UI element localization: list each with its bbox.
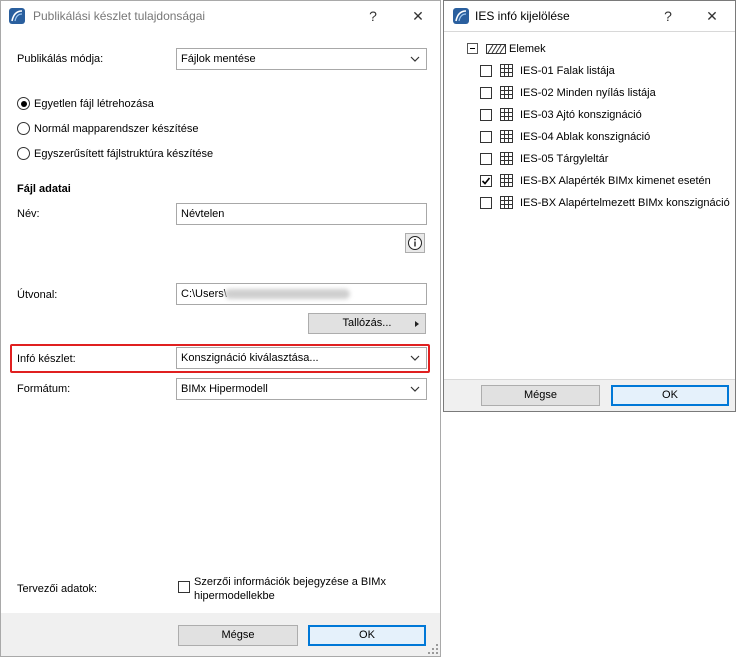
left-dialog-titlebar[interactable]: Publikálási készlet tulajdonságai ? ✕ — [1, 1, 440, 31]
right-dialog-titlebar[interactable]: IES infó kijelölése ? ✕ — [444, 1, 735, 31]
info-set-dropdown[interactable]: Konszignáció kiválasztása... — [176, 347, 427, 369]
arrow-right-icon — [415, 321, 419, 327]
ies-item-label: IES-BX Alapértelmezett BIMx konszignáció — [520, 197, 730, 209]
hatch-pattern-icon — [486, 44, 506, 54]
table-grid-icon — [500, 130, 513, 143]
radio-simplified-structure-label[interactable]: Egyszerűsített fájlstruktúra készítése — [34, 147, 213, 161]
radio-normal-folder[interactable] — [17, 122, 30, 135]
format-value: BIMx Hipermodell — [181, 383, 268, 395]
right-dialog-title: IES infó kijelölése — [475, 9, 570, 23]
designer-checkbox[interactable] — [178, 581, 190, 593]
chevron-down-icon — [410, 56, 420, 62]
tree-root-label: Elemek — [509, 43, 546, 55]
left-dialog-title: Publikálási készlet tulajdonságai — [33, 9, 206, 23]
ies-item-checkbox[interactable] — [480, 153, 492, 165]
ies-item-checkbox[interactable] — [480, 87, 492, 99]
radio-normal-folder-label[interactable]: Normál mapparendszer készítése — [34, 122, 198, 136]
ies-item-label: IES-BX Alapérték BIMx kimenet esetén — [520, 175, 711, 187]
checkmark-icon — [481, 177, 491, 185]
ies-item-label: IES-04 Ablak konszignáció — [520, 131, 651, 143]
close-icon[interactable]: ✕ — [697, 1, 727, 31]
format-dropdown[interactable]: BIMx Hipermodell — [176, 378, 427, 400]
ies-item-label: IES-02 Minden nyílás listája — [520, 87, 656, 99]
chevron-down-icon — [410, 386, 420, 392]
format-label: Formátum: — [17, 383, 71, 395]
designer-checkbox-label-line2[interactable]: hipermodellekbe — [194, 589, 275, 603]
table-grid-icon — [500, 64, 513, 77]
ies-list-item[interactable]: IES-BX Alapértelmezett BIMx konszignáció — [444, 192, 735, 214]
publish-mode-label: Publikálás módja: — [17, 53, 104, 65]
ies-list-item[interactable]: IES-BX Alapérték BIMx kimenet esetén — [444, 170, 735, 192]
name-label: Név: — [17, 208, 40, 220]
archicad-app-icon — [9, 8, 25, 24]
ies-item-checkbox[interactable] — [480, 131, 492, 143]
ies-info-selection-dialog: IES infó kijelölése ? ✕ Elemek IES-01 Fa… — [443, 0, 736, 412]
file-data-heading: Fájl adatai — [17, 183, 71, 195]
resize-grip-icon[interactable] — [428, 644, 438, 654]
chevron-down-icon — [410, 355, 420, 361]
info-button[interactable] — [405, 233, 425, 253]
left-cancel-button[interactable]: Mégse — [178, 625, 298, 646]
ies-list-item[interactable]: IES-02 Minden nyílás listája — [444, 82, 735, 104]
path-value: C:\Users\ — [181, 288, 227, 300]
help-icon[interactable]: ? — [653, 1, 683, 31]
ies-item-label: IES-03 Ajtó konszignáció — [520, 109, 642, 121]
info-set-value: Konszignáció kiválasztása... — [181, 352, 319, 364]
browse-button[interactable]: Tallózás... — [308, 313, 426, 334]
path-input[interactable]: C:\Users\ — [176, 283, 427, 305]
ies-item-label: IES-05 Tárgyleltár — [520, 153, 609, 165]
archicad-app-icon — [453, 8, 469, 24]
ies-item-checkbox[interactable] — [480, 109, 492, 121]
publishing-set-properties-dialog: Publikálási készlet tulajdonságai ? ✕ Pu… — [0, 0, 441, 657]
tree-root-row[interactable]: Elemek — [444, 38, 735, 60]
tree-view: Elemek IES-01 Falak listája IES-02 Minden… — [444, 31, 735, 380]
ies-list-item[interactable]: IES-01 Falak listája — [444, 60, 735, 82]
ies-item-label: IES-01 Falak listája — [520, 65, 615, 77]
name-input[interactable]: Névtelen — [176, 203, 427, 225]
right-ok-button[interactable]: OK — [611, 385, 729, 406]
radio-single-file-label[interactable]: Egyetlen fájl létrehozása — [34, 97, 154, 111]
table-grid-icon — [500, 174, 513, 187]
table-grid-icon — [500, 108, 513, 121]
path-label: Útvonal: — [17, 289, 58, 301]
ies-item-checkbox[interactable] — [480, 175, 492, 187]
table-grid-icon — [500, 196, 513, 209]
close-icon[interactable]: ✕ — [403, 1, 433, 31]
name-value: Névtelen — [181, 208, 225, 220]
designer-data-label: Tervezői adatok: — [17, 583, 98, 595]
ies-item-checkbox[interactable] — [480, 197, 492, 209]
right-cancel-button[interactable]: Mégse — [481, 385, 600, 406]
table-grid-icon — [500, 86, 513, 99]
publish-mode-dropdown[interactable]: Fájlok mentése — [176, 48, 427, 70]
right-ok-label: OK — [662, 389, 678, 401]
radio-single-file[interactable] — [17, 97, 30, 110]
ies-list-item[interactable]: IES-03 Ajtó konszignáció — [444, 104, 735, 126]
browse-label: Tallózás... — [342, 317, 392, 329]
left-ok-button[interactable]: OK — [308, 625, 426, 646]
designer-checkbox-label-line1[interactable]: Szerzői információk bejegyzése a BIMx — [194, 575, 386, 589]
ies-list-item[interactable]: IES-05 Tárgyleltár — [444, 148, 735, 170]
radio-simplified-structure[interactable] — [17, 147, 30, 160]
ies-item-checkbox[interactable] — [480, 65, 492, 77]
info-icon — [408, 236, 422, 250]
path-redacted-blur — [225, 289, 350, 299]
ies-list-item[interactable]: IES-04 Ablak konszignáció — [444, 126, 735, 148]
left-ok-label: OK — [359, 629, 375, 641]
table-grid-icon — [500, 152, 513, 165]
collapse-toggle-icon[interactable] — [467, 43, 478, 54]
info-set-label: Infó készlet: — [17, 353, 76, 365]
help-icon[interactable]: ? — [358, 1, 388, 31]
right-cancel-label: Mégse — [523, 389, 558, 401]
publish-mode-value: Fájlok mentése — [181, 53, 256, 65]
left-cancel-label: Mégse — [221, 629, 255, 641]
